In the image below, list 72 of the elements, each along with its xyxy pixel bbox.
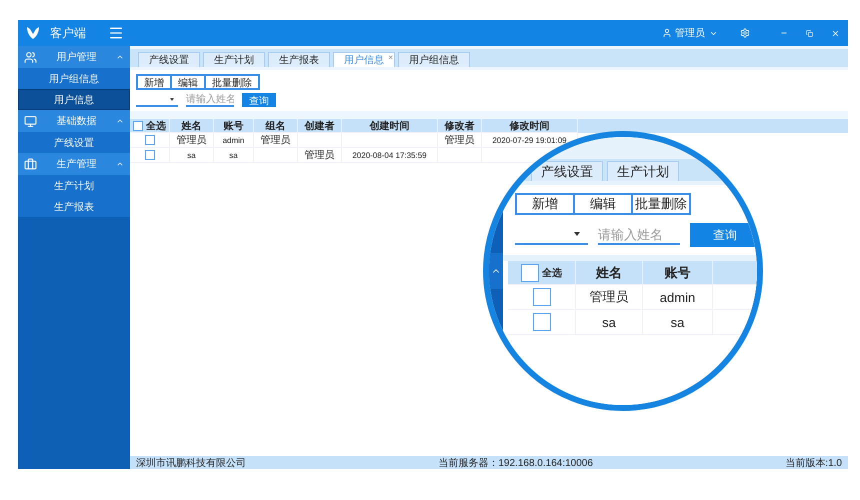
- sidebar-item[interactable]: 产线设置: [18, 132, 130, 153]
- tab[interactable]: 产线设置: [138, 52, 200, 67]
- row-checkbox[interactable]: [532, 313, 550, 331]
- column-header: 创建者: [304, 120, 334, 132]
- users-icon: [24, 50, 37, 64]
- close-icon[interactable]: [831, 28, 840, 38]
- column-header: 全选: [542, 266, 562, 280]
- table-cell: admin: [222, 136, 244, 144]
- toolbar-button[interactable]: 批量删除: [205, 75, 259, 89]
- restore-icon[interactable]: [806, 30, 813, 36]
- tab[interactable]: 生产报表: [268, 52, 330, 67]
- sidebar-group[interactable]: 生产管理: [18, 153, 130, 175]
- tab[interactable]: 用户信息 ×: [333, 52, 395, 67]
- settings-icon[interactable]: [740, 28, 750, 38]
- version-label: 当前版本:1.0: [785, 456, 842, 470]
- logo-icon: [26, 26, 40, 40]
- toolbar-button[interactable]: 新增: [516, 194, 574, 214]
- name-search-field[interactable]: 请输入姓名: [598, 225, 680, 245]
- name-search-field[interactable]: 请输入姓名: [186, 93, 234, 107]
- table-cell-text: 管理员: [304, 149, 334, 162]
- table-cell: sa: [670, 314, 684, 330]
- row-checkbox[interactable]: [532, 288, 550, 306]
- column-header: 组名: [266, 120, 286, 132]
- row-checkbox[interactable]: [144, 150, 154, 160]
- tab[interactable]: 产线设置: [531, 161, 603, 181]
- toolbar-button[interactable]: 编辑: [574, 194, 632, 214]
- sidebar-group[interactable]: 用户管理: [18, 46, 130, 68]
- toolbar-button[interactable]: 批量删除: [632, 194, 690, 214]
- user-name[interactable]: 管理员: [675, 26, 705, 40]
- column-header: 创建时间: [370, 120, 410, 132]
- tab-close[interactable]: ×: [388, 50, 393, 65]
- table-cell-text: 管理员: [260, 134, 290, 147]
- caret-icon: [170, 98, 174, 100]
- column-header: 全选: [146, 120, 166, 132]
- user-icon: [662, 28, 672, 38]
- column-header: 姓名: [182, 120, 202, 132]
- company-name: 深圳市讯鹏科技有限公司: [136, 456, 246, 470]
- sidebar-item[interactable]: 生产报表: [18, 196, 130, 217]
- app-title: 客户端: [50, 24, 87, 42]
- select-all-checkbox[interactable]: [133, 120, 143, 130]
- query-button[interactable]: 查询: [242, 93, 276, 107]
- toolbar-button[interactable]: 编辑: [171, 75, 205, 89]
- select-all-checkbox[interactable]: [521, 264, 539, 282]
- column-header: 修改时间: [510, 120, 550, 132]
- toolbar-button[interactable]: 新增: [137, 75, 171, 89]
- server-address: 当前服务器：192.168.0.164:10006: [438, 456, 593, 470]
- table-cell: sa: [602, 314, 616, 330]
- table-cell: admin: [660, 290, 696, 304]
- tab[interactable]: 生产计划: [203, 52, 265, 67]
- tab[interactable]: 用户组信息: [398, 52, 470, 67]
- column-header: 姓名: [596, 264, 622, 282]
- table-cell: sa: [187, 150, 196, 160]
- briefcase-icon: [24, 158, 37, 170]
- tab[interactable]: 生产计划: [607, 161, 679, 181]
- sidebar-item[interactable]: 用户信息: [18, 89, 130, 110]
- table-cell: sa: [229, 150, 238, 160]
- table-cell: 管理员: [590, 288, 628, 306]
- menu-icon[interactable]: [108, 25, 124, 41]
- sidebar-item[interactable]: 用户组信息: [18, 68, 130, 89]
- column-header: 账号: [664, 264, 690, 282]
- sidebar-group[interactable]: 基础数据: [18, 110, 130, 132]
- column-header: 修改者: [444, 120, 474, 132]
- row-checkbox[interactable]: [144, 135, 154, 145]
- sidebar-item[interactable]: 生产计划: [18, 175, 130, 196]
- query-button[interactable]: 查询: [690, 223, 757, 247]
- table-cell: 2020-07-29 19:01:09: [492, 136, 567, 144]
- table-cell-text: 管理员: [176, 134, 206, 147]
- table-cell-text: 管理员: [444, 134, 474, 147]
- table-cell: 2020-08-04 17:35:59: [352, 150, 427, 160]
- monitor-icon: [24, 114, 37, 128]
- caret-icon: [574, 232, 580, 236]
- column-header: 账号: [224, 120, 244, 132]
